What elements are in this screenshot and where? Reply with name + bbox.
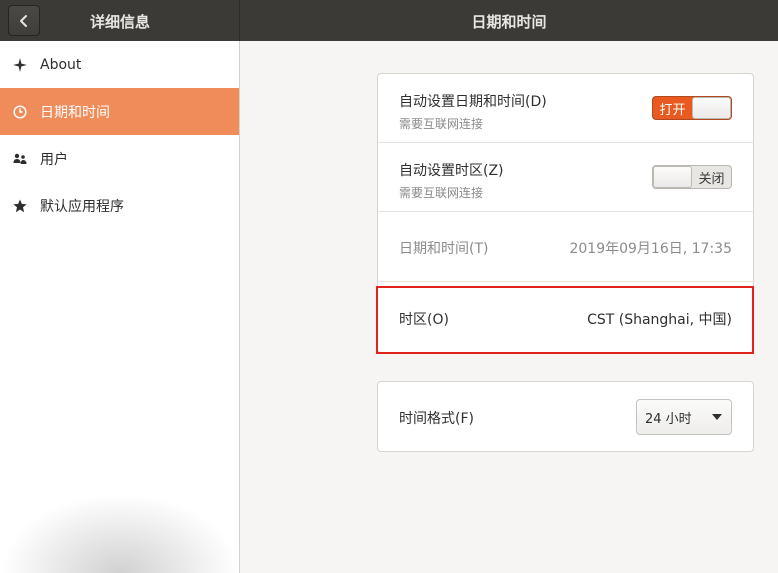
sidebar-item-label: 用户 [40,151,68,168]
clock-icon [12,104,28,120]
switch-on-label: 打开 [659,102,686,118]
users-icon [12,151,28,167]
sidebar-item-label: 默认应用程序 [40,198,124,215]
time-format-title: 时间格式(F) [399,411,474,427]
sidebar-item-date-time[interactable]: 日期和时间 [0,88,239,135]
highlight-box [376,286,754,354]
sidebar-item-label: About [40,56,82,73]
caret-down-icon [712,414,722,420]
page-title: 日期和时间 [471,13,547,31]
sidebar-item-users[interactable]: 用户 [0,135,239,182]
header-bar: 详细信息 日期和时间 [0,0,778,41]
star-icon [12,198,28,214]
date-time-value: 2019年09月16日, 17:35 [569,241,732,257]
time-format-select[interactable]: 24 小时 [636,399,732,435]
header-left: 详细信息 [0,0,240,41]
auto-timezone-title: 自动设置时区(Z) [399,163,504,179]
auto-datetime-switch[interactable]: 打开 [652,96,732,120]
time-format-card: 时间格式(F) 24 小时 [377,381,754,452]
auto-datetime-subtitle: 需要互联网连接 [399,117,484,131]
sidebar-item-default-apps[interactable]: 默认应用程序 [0,182,239,229]
sidebar-shadow [0,493,240,573]
sidebar-title: 详细信息 [89,13,150,31]
auto-timezone-subtitle: 需要互联网连接 [399,186,484,200]
sidebar: About 日期和时间 用户 默认应用程序 [0,41,240,573]
date-time-title: 日期和时间(T) [399,241,489,257]
header-right: 日期和时间 [240,0,778,41]
switch-knob [691,97,731,119]
auto-timezone-row: 自动设置时区(Z) 需要互联网连接 关闭 [378,143,753,212]
sparkle-icon [12,57,28,73]
time-format-selected: 24 小时 [645,411,692,427]
sidebar-item-label: 日期和时间 [40,104,110,121]
auto-datetime-row: 自动设置日期和时间(D) 需要互联网连接 打开 [378,74,753,143]
auto-datetime-title: 自动设置日期和时间(D) [399,94,547,110]
auto-timezone-switch[interactable]: 关闭 [652,165,732,189]
sidebar-item-about[interactable]: About [0,41,239,88]
date-time-row[interactable]: 日期和时间(T) 2019年09月16日, 17:35 [378,212,753,282]
time-format-row: 时间格式(F) 24 小时 [378,382,753,451]
switch-knob [653,166,693,188]
switch-off-label: 关闭 [698,171,725,187]
